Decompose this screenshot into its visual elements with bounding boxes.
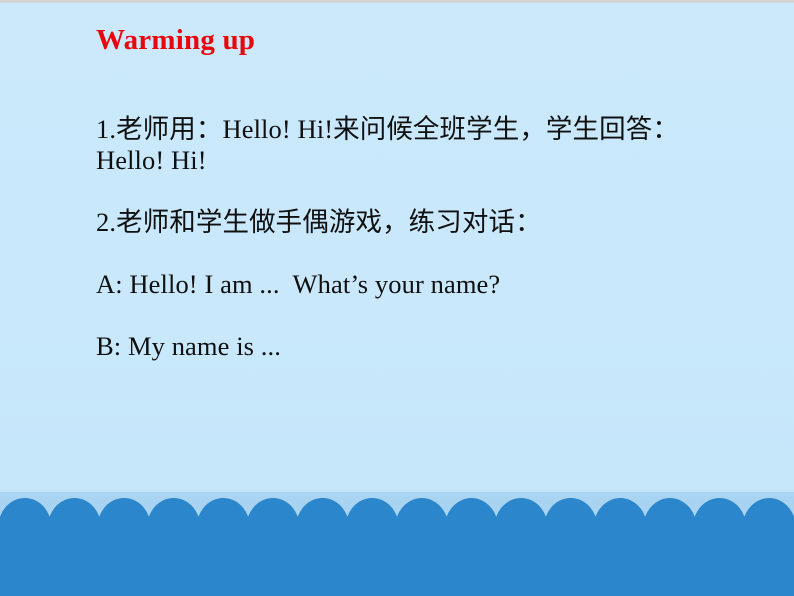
slide-canvas: Warming up 1.老师用：Hello! Hi!来问候全班学生，学生回答：…	[0, 0, 794, 596]
body-line-1: 1.老师用：Hello! Hi!来问候全班学生，学生回答：	[96, 114, 679, 144]
top-edge-rule	[0, 0, 794, 3]
page-title: Warming up	[96, 24, 256, 56]
body-line-4-dialogue-a: A: Hello! I am ... What’s your name?	[96, 269, 501, 299]
body-line-3: 2.老师和学生做手偶游戏，练习对话：	[96, 207, 542, 237]
body-text-block: 1.老师用：Hello! Hi!来问候全班学生，学生回答： Hello! Hi!…	[96, 114, 786, 362]
dome-pattern	[0, 498, 794, 596]
dome-row-top	[0, 498, 794, 596]
body-line-2: Hello! Hi!	[96, 145, 207, 175]
slide-content: Warming up 1.老师用：Hello! Hi!来问候全班学生，学生回答：…	[96, 22, 786, 362]
body-line-5-dialogue-b: B: My name is ...	[96, 331, 281, 361]
decorative-bottom-border	[0, 490, 794, 596]
